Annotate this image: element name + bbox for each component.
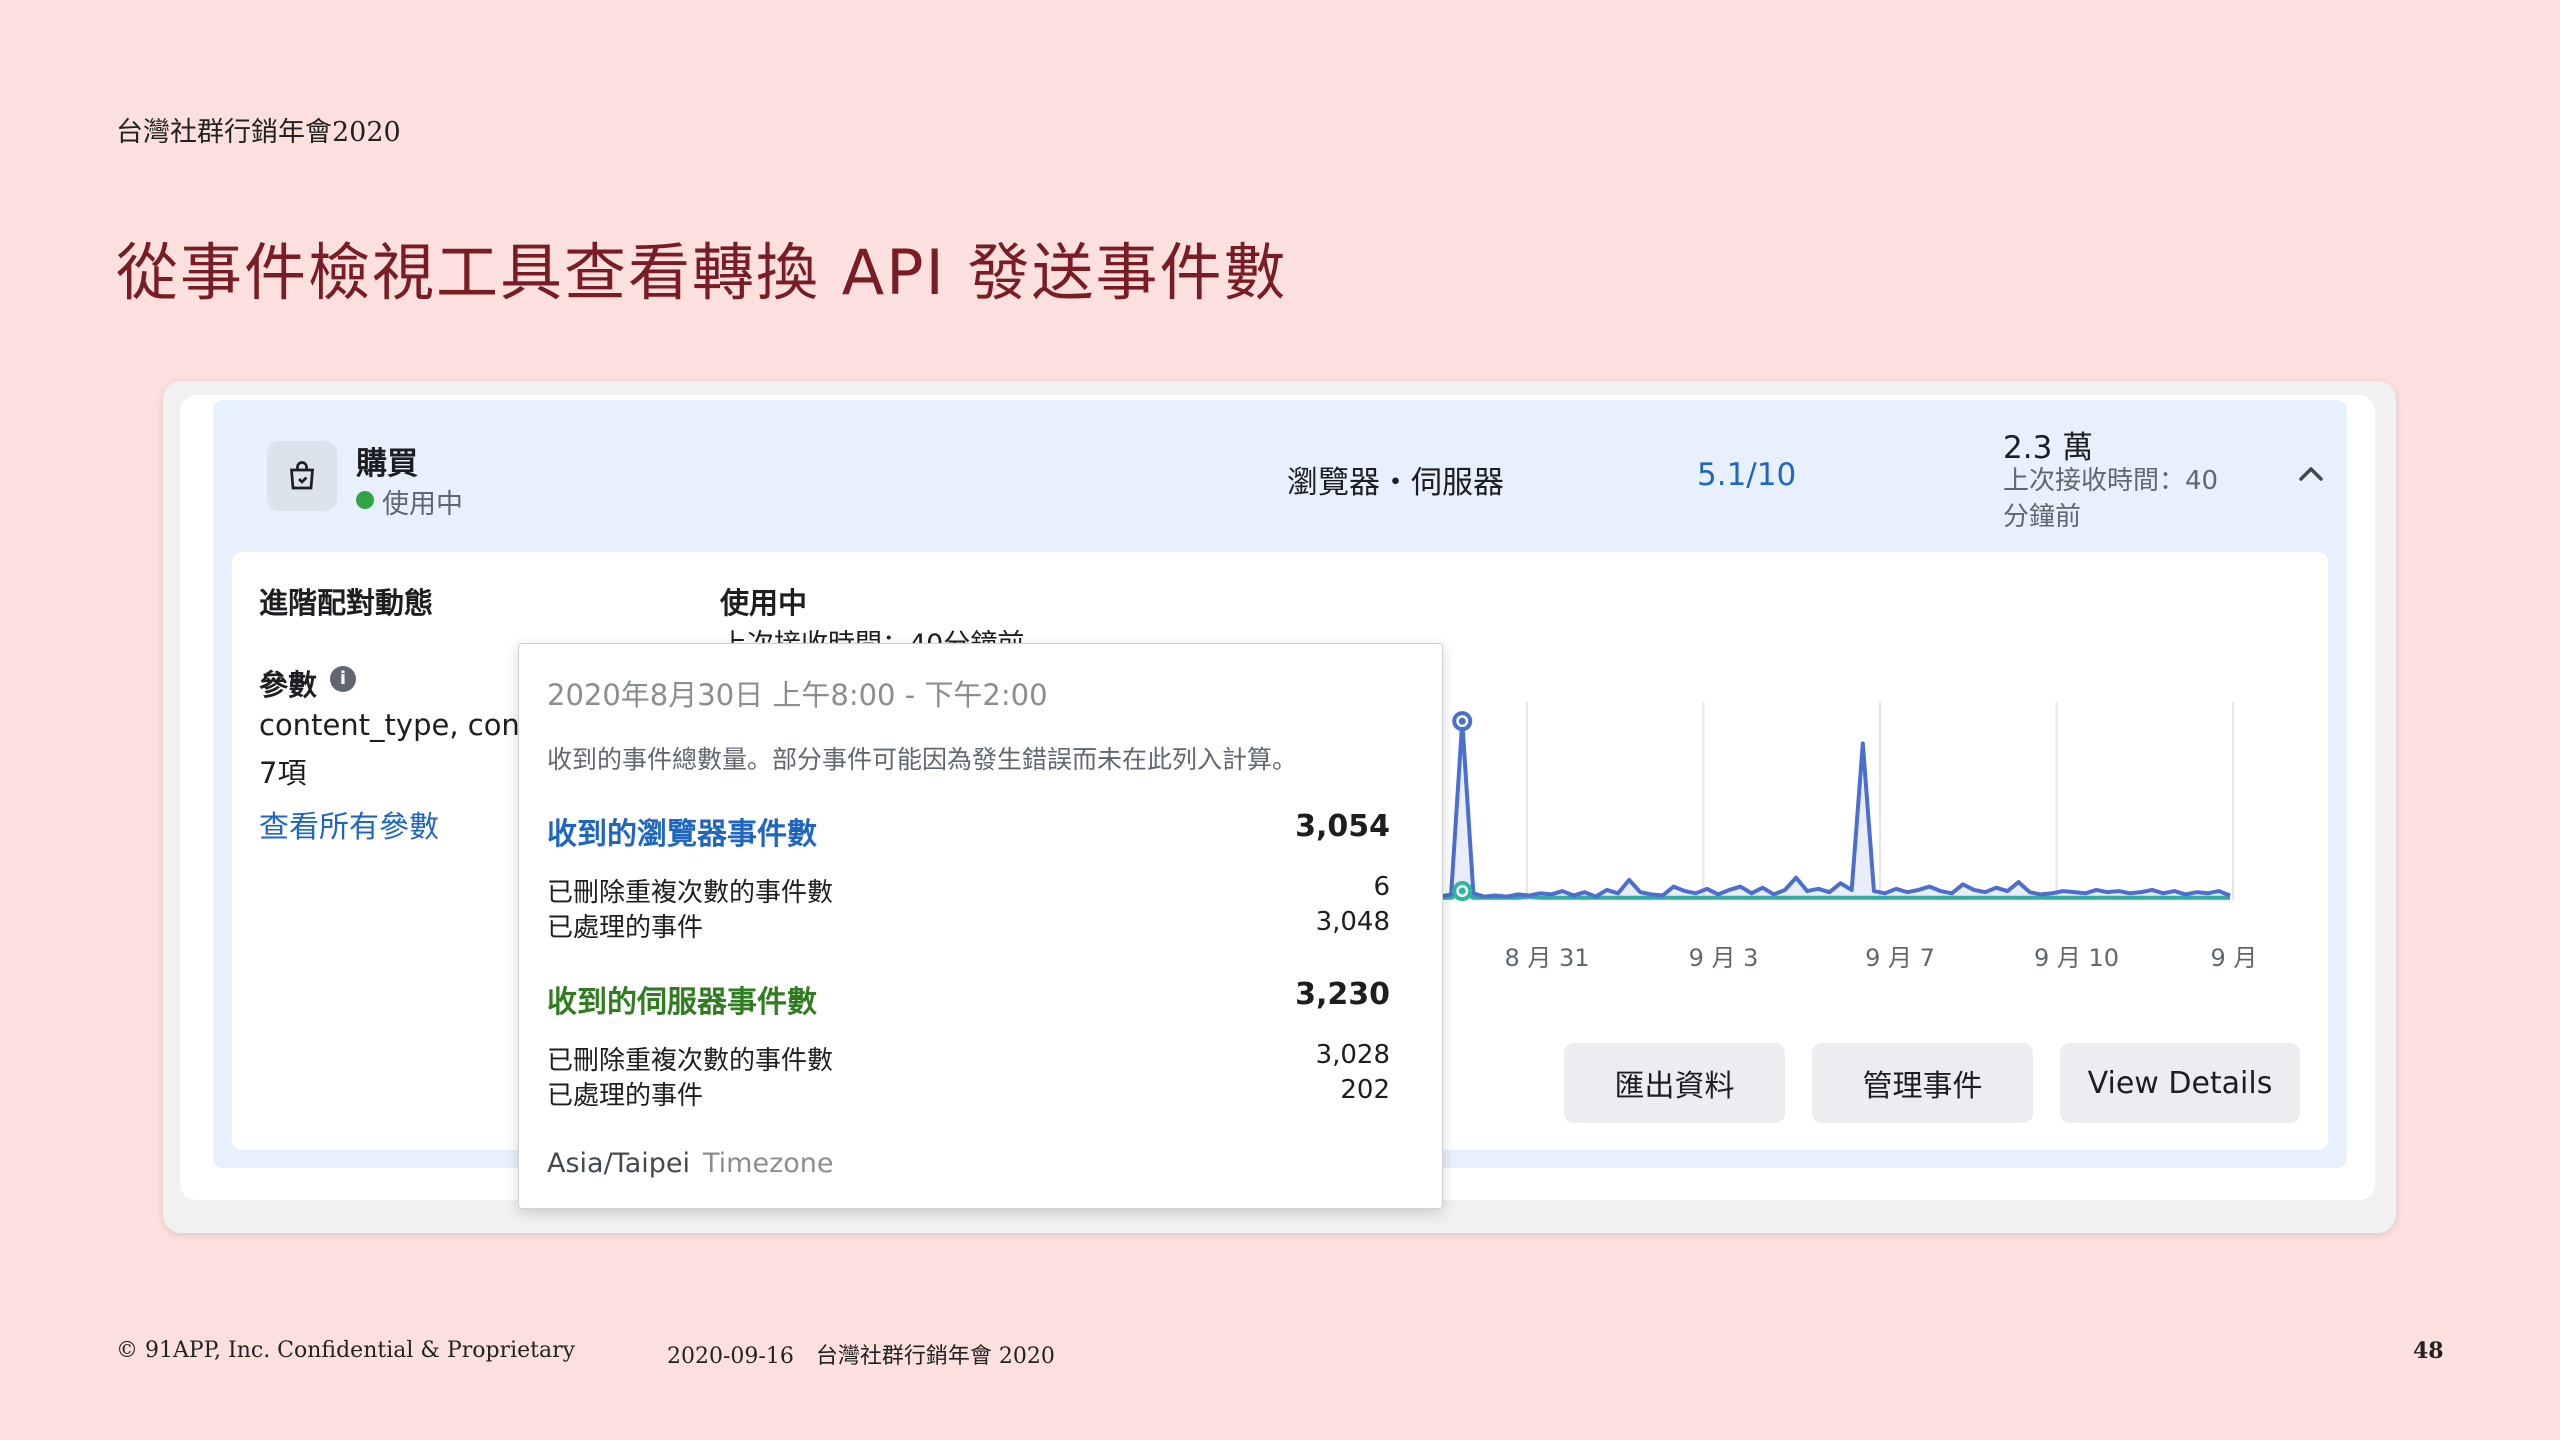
event-sources: 瀏覽器・伺服器 bbox=[1287, 465, 1504, 501]
view-all-params-link[interactable]: 查看所有參數 bbox=[259, 802, 439, 846]
event-name: 購買 bbox=[356, 446, 418, 482]
browser-processed-value: 3,048 bbox=[1315, 907, 1390, 937]
page-number: 48 bbox=[2413, 1338, 2444, 1364]
event-count: 2.3 萬 bbox=[2003, 430, 2094, 466]
browser-dedup-value: 6 bbox=[1373, 872, 1390, 902]
x-tick-label: 8 月 31 bbox=[1504, 944, 1589, 972]
browser-events-heading: 收到的瀏覽器事件數 bbox=[547, 817, 817, 852]
x-tick-label: 9 月 14 bbox=[2210, 944, 2260, 972]
chart-hover-point-dot bbox=[1458, 887, 1466, 895]
slide-title: 從事件檢視工具查看轉換 API 發送事件數 bbox=[116, 236, 1288, 309]
last-received: 上次接收時間：40 分鐘前 bbox=[2003, 466, 2219, 532]
x-tick-label: 9 月 3 bbox=[1689, 944, 1759, 972]
server-events-total: 3,230 bbox=[1295, 977, 1390, 1012]
match-quality-score[interactable]: 5.1/10 bbox=[1697, 457, 1796, 493]
view-details-button[interactable]: View Details bbox=[2060, 1043, 2300, 1123]
event-line-chart[interactable]: 8 月 31 9 月 3 9 月 7 9 月 10 9 月 14 bbox=[1420, 640, 2260, 980]
footer-copyright: © 91APP, Inc. Confidential & Proprietary bbox=[116, 1338, 576, 1363]
manage-events-button[interactable]: 管理事件 bbox=[1812, 1043, 2033, 1123]
chart-tooltip: 2020年8月30日 上午8:00 - 下午2:00 收到的事件總數量。部分事件… bbox=[518, 643, 1443, 1209]
params-count: 7項 bbox=[259, 756, 307, 790]
server-processed-label: 已處理的事件 bbox=[547, 1081, 704, 1111]
server-dedup-value: 3,028 bbox=[1315, 1040, 1390, 1070]
server-processed-value: 202 bbox=[1340, 1075, 1390, 1105]
browser-dedup-label: 已刪除重複次數的事件數 bbox=[547, 878, 834, 908]
export-data-button[interactable]: 匯出資料 bbox=[1564, 1043, 1785, 1123]
chevron-up-icon[interactable] bbox=[2296, 462, 2326, 486]
advanced-matching-last-received: 上次接收時間：40分鐘前 bbox=[720, 622, 1024, 644]
tooltip-description: 收到的事件總數量。部分事件可能因為發生錯誤而未在此列入計算。 bbox=[547, 745, 1298, 774]
params-list: content_type, conte bbox=[259, 708, 521, 742]
footer-date-event: 2020-09-16 台灣社群行銷年會 2020 bbox=[667, 1344, 1055, 1369]
advanced-matching-label: 進階配對動態 bbox=[259, 586, 434, 620]
chart-hover-point-dot bbox=[1458, 717, 1466, 725]
advanced-matching-status: 使用中 bbox=[720, 586, 808, 620]
browser-processed-label: 已處理的事件 bbox=[547, 913, 704, 943]
event-status: 使用中 bbox=[382, 489, 463, 520]
x-tick-label: 9 月 10 bbox=[2034, 944, 2119, 972]
shopping-bag-icon bbox=[267, 441, 337, 511]
info-icon[interactable]: i bbox=[330, 666, 356, 692]
timezone-label: Timezone bbox=[703, 1148, 834, 1179]
browser-events-total: 3,054 bbox=[1295, 809, 1390, 844]
chart-series-line[interactable] bbox=[1439, 719, 2231, 899]
conference-name: 台灣社群行銷年會2020 bbox=[116, 117, 401, 148]
timezone-city: Asia/Taipei bbox=[547, 1148, 691, 1179]
tooltip-date: 2020年8月30日 上午8:00 - 下午2:00 bbox=[547, 678, 1048, 712]
status-dot-icon bbox=[356, 491, 374, 509]
chart-series-area bbox=[1440, 721, 2230, 900]
x-tick-label: 9 月 7 bbox=[1865, 944, 1935, 972]
server-events-heading: 收到的伺服器事件數 bbox=[547, 985, 817, 1020]
server-dedup-label: 已刪除重複次數的事件數 bbox=[547, 1046, 834, 1076]
params-label: 參數 bbox=[259, 668, 318, 702]
